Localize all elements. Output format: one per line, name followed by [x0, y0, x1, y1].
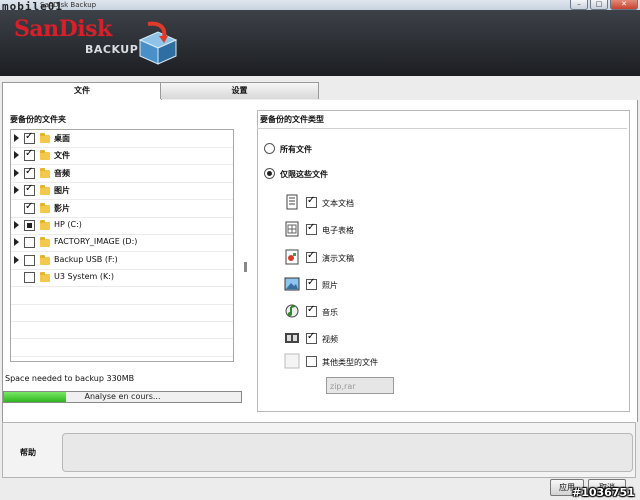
- spreadsheet-icon: [285, 221, 299, 237]
- folder-checkbox[interactable]: ✓: [24, 201, 35, 214]
- tree-row-label: Backup USB (F:): [54, 254, 118, 264]
- extensions-input[interactable]: zip,rar: [326, 377, 394, 394]
- expand-arrow-icon[interactable]: [14, 151, 19, 160]
- folder-icon: [40, 237, 50, 248]
- folder-checkbox[interactable]: ✓: [24, 131, 35, 144]
- expand-arrow-icon[interactable]: [14, 168, 19, 177]
- folder-checkbox[interactable]: [24, 272, 35, 284]
- file-type-label: 照片: [322, 281, 338, 290]
- folder-checkbox[interactable]: ✓: [24, 166, 35, 179]
- tree-row-label: U3 System (K:): [54, 272, 115, 282]
- file-type-checkbox[interactable]: ✓: [306, 331, 317, 344]
- tree-row[interactable]: U3 System (K:): [11, 269, 233, 288]
- expand-arrow-icon[interactable]: [14, 238, 19, 247]
- splitter-handle[interactable]: [244, 262, 247, 272]
- tree-row-label: HP (C:): [54, 220, 82, 229]
- file-type-label: 电子表格: [322, 226, 354, 235]
- tree-row-label: 影片: [54, 203, 70, 213]
- folder-icon: [40, 272, 50, 283]
- file-type-checkbox[interactable]: [306, 356, 317, 367]
- backup-box-icon: [138, 21, 178, 65]
- empty-tree-row: [11, 287, 233, 305]
- help-text-box: [62, 433, 633, 472]
- folder-checkbox[interactable]: [24, 254, 35, 266]
- folder-checkbox[interactable]: ✓: [24, 183, 35, 197]
- photo-icon: [284, 277, 300, 291]
- folder-icon: [40, 150, 50, 161]
- expand-arrow-icon[interactable]: [14, 221, 19, 229]
- folder-icon: [40, 185, 50, 196]
- empty-tree-row: [11, 321, 233, 340]
- radio-all-files-label: 所有文件: [280, 145, 312, 154]
- radio-all-files[interactable]: [264, 143, 275, 154]
- folder-icon: [40, 202, 50, 213]
- tree-row-label: 文件: [54, 151, 70, 161]
- folder-checkbox[interactable]: [24, 237, 35, 249]
- file-type-label: 文本文档: [322, 199, 354, 208]
- folder-icon: [40, 133, 50, 143]
- folder-checkbox[interactable]: [24, 220, 35, 231]
- file-type-label: 音乐: [322, 308, 338, 317]
- tree-row[interactable]: Backup USB (F:): [11, 252, 233, 270]
- close-button[interactable]: ✕: [610, 0, 638, 10]
- folders-section-title: 要备份的文件夹: [10, 115, 66, 124]
- presentation-icon: [285, 249, 299, 265]
- tree-row-label: FACTORY_IMAGE (D:): [54, 237, 138, 247]
- file-types-section-title: 要备份的文件类型: [260, 115, 324, 124]
- progress-label: Analyse en cours...: [84, 392, 161, 401]
- file-type-checkbox[interactable]: ✓: [306, 195, 317, 208]
- tab-files[interactable]: 文件: [2, 82, 162, 101]
- file-type-checkbox[interactable]: ✓: [306, 222, 317, 235]
- empty-tree-row: [11, 339, 233, 357]
- tree-row[interactable]: ✓ 文件: [11, 147, 233, 166]
- tree-row[interactable]: HP (C:): [11, 217, 233, 235]
- help-label: 帮助: [20, 448, 36, 457]
- file-type-checkbox[interactable]: ✓: [306, 277, 317, 290]
- tree-row[interactable]: ✓ 影片: [11, 200, 233, 218]
- video-icon: [285, 333, 299, 343]
- folder-tree[interactable]: ✓ 桌面 ✓ 文件 ✓ 音频 ✓ 图片 ✓ 影片 HP (C:) FACTORY_IMAGE (D:)…: [10, 129, 234, 362]
- tree-row[interactable]: ✓ 图片: [11, 182, 233, 201]
- tree-row-label: 桌面: [54, 134, 70, 143]
- tree-row-label: 音频: [54, 168, 70, 178]
- file-type-label: 视频: [322, 335, 338, 344]
- tree-row-label: 图片: [54, 186, 70, 196]
- expand-arrow-icon[interactable]: [14, 255, 19, 264]
- tree-row[interactable]: FACTORY_IMAGE (D:): [11, 234, 233, 253]
- music-icon: [285, 304, 299, 318]
- tree-row[interactable]: ✓ 桌面: [11, 130, 233, 148]
- text-document-icon: [286, 194, 298, 210]
- radio-only-these-files[interactable]: [264, 168, 275, 179]
- empty-tree-row: [11, 304, 233, 322]
- folder-checkbox[interactable]: ✓: [24, 148, 35, 162]
- folder-icon: [40, 167, 50, 178]
- expand-arrow-icon[interactable]: [14, 134, 19, 142]
- maximize-button[interactable]: □: [590, 0, 608, 10]
- file-type-label: 其他类型的文件: [322, 358, 378, 367]
- other-file-icon: [284, 353, 300, 369]
- expand-arrow-icon[interactable]: [14, 186, 19, 195]
- photo-id-watermark: #1036751: [572, 486, 635, 499]
- radio-only-these-files-label: 仅限这些文件: [280, 170, 328, 179]
- file-type-checkbox[interactable]: ✓: [306, 250, 317, 263]
- title-bar: SanDisk Backup: [0, 0, 640, 10]
- file-type-checkbox[interactable]: ✓: [306, 304, 317, 317]
- minimize-button[interactable]: –: [570, 0, 588, 10]
- analysis-progress-bar: Analyse en cours...: [3, 391, 242, 403]
- tree-row[interactable]: ✓ 音频: [11, 165, 233, 183]
- file-type-label: 演示文稿: [322, 254, 354, 263]
- space-needed-text: Space needed to backup 330MB: [5, 374, 135, 383]
- folder-icon: [40, 254, 50, 265]
- tab-settings[interactable]: 设置: [160, 82, 319, 99]
- folder-icon: [40, 220, 50, 230]
- window-controls: – □ ✕: [570, 0, 638, 10]
- product-name: BACKUP: [85, 43, 139, 56]
- brand-logo: SanDisk: [14, 16, 112, 42]
